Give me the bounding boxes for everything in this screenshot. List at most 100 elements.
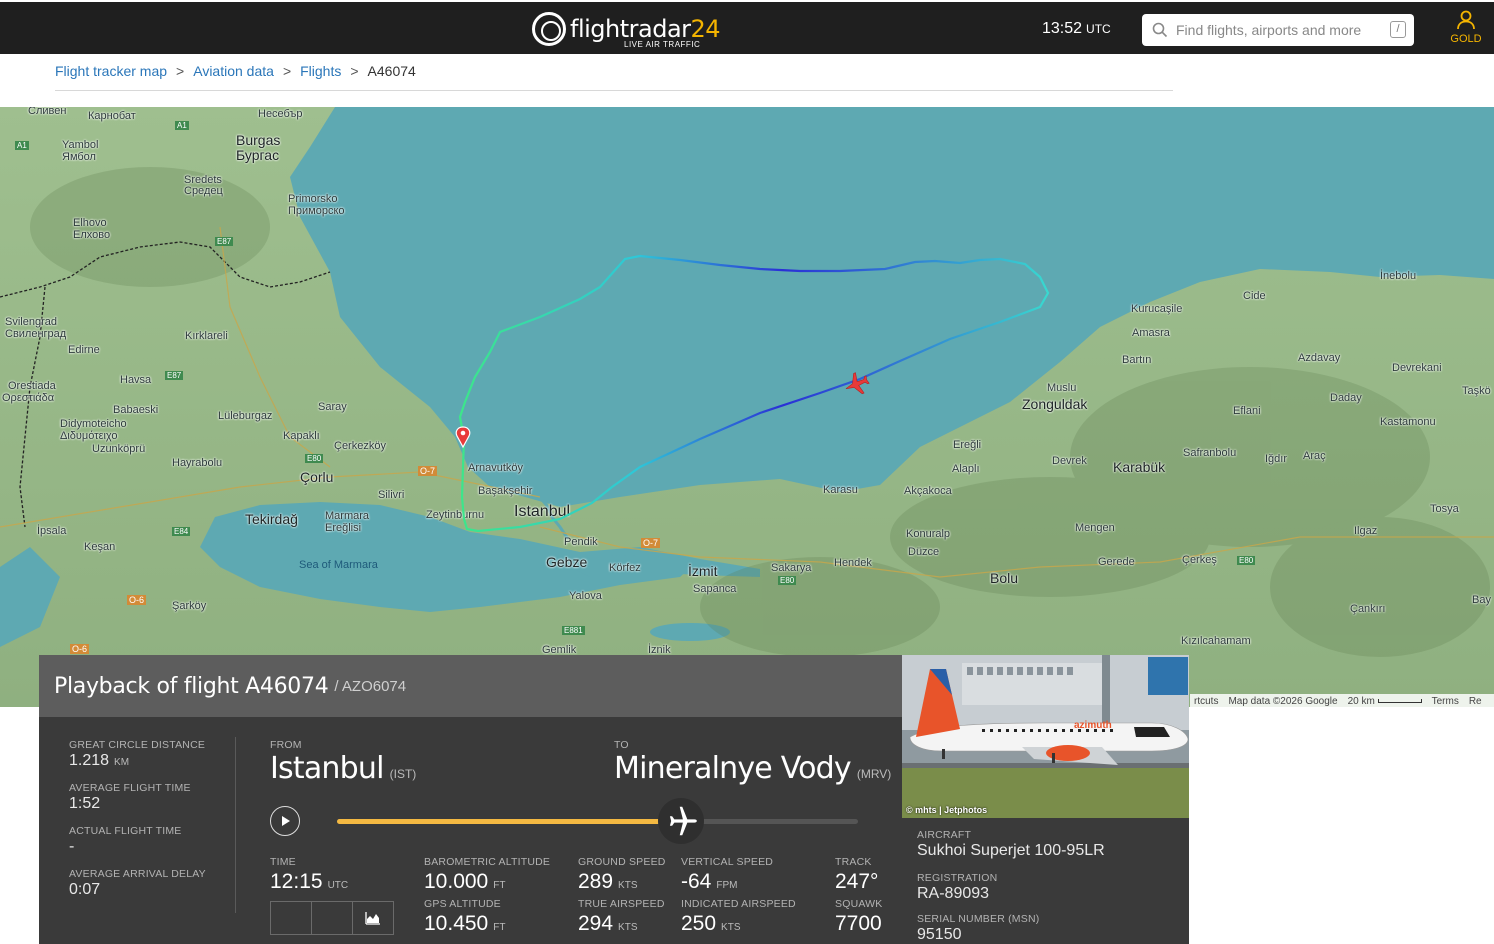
serial-number-value: 95150 — [917, 926, 962, 943]
account-button[interactable]: GOLD — [1448, 10, 1484, 45]
clock-zone: UTC — [1086, 22, 1111, 36]
true-airspeed-value: 294 KTS — [578, 912, 638, 936]
great-circle-number: 1.218 — [69, 752, 110, 769]
origin-city-name: Istanbul — [270, 751, 384, 786]
baro-altitude-label: BAROMETRIC ALTITUDE — [424, 856, 551, 868]
logo-number: 24 — [690, 15, 721, 43]
keyboard-shortcuts-link[interactable]: rtcuts — [1194, 696, 1218, 707]
search-shortcut-key: / — [1390, 21, 1406, 38]
true-airspeed-label: TRUE AIRSPEED — [578, 898, 665, 910]
aircraft-type-label: AIRCRAFT — [917, 829, 972, 841]
flightradar24-logo[interactable]: flightradar24 LIVE AIR TRAFFIC — [532, 8, 721, 50]
playback-slider-handle[interactable] — [657, 798, 704, 844]
clock-time: 13:52 — [1042, 20, 1083, 37]
play-button[interactable] — [270, 806, 300, 836]
gps-altitude-value: 10.450 FT — [424, 912, 505, 936]
squawk-label: SQUAWK — [835, 898, 883, 910]
destination-city[interactable]: Mineralnye Vody (MRV) — [614, 751, 891, 786]
avg-arrival-delay-label: AVERAGE ARRIVAL DELAY — [69, 868, 206, 880]
view-option-2-button[interactable] — [312, 902, 353, 934]
breadcrumb-flights[interactable]: Flights — [300, 63, 341, 79]
breadcrumb-separator: > — [282, 63, 292, 79]
user-icon — [1457, 10, 1475, 30]
actual-flight-time-label: ACTUAL FLIGHT TIME — [69, 825, 182, 837]
indicated-airspeed-number: 250 — [681, 912, 717, 935]
true-airspeed-unit: KTS — [618, 922, 638, 933]
origin-city[interactable]: Istanbul (IST) — [270, 751, 416, 786]
ground-speed-value: 289 KTS — [578, 870, 638, 894]
actual-flight-time-value: - — [69, 838, 75, 855]
view-toggle-group — [270, 901, 394, 935]
registration-value[interactable]: RA-89093 — [917, 885, 989, 903]
ground-speed-unit: KTS — [618, 880, 638, 891]
map-scale: 20 km — [1348, 696, 1422, 707]
from-label: FROM — [270, 739, 302, 751]
time-number: 12:15 — [270, 870, 323, 893]
search-input[interactable] — [1176, 22, 1376, 38]
avg-arrival-delay-value: 0:07 — [69, 881, 101, 898]
baro-altitude-number: 10.000 — [424, 870, 489, 893]
gps-altitude-number: 10.450 — [424, 912, 489, 935]
playback-panel: Playback of flight A46074 / AZO6074 GREA… — [39, 655, 902, 944]
gps-altitude-label: GPS ALTITUDE — [424, 898, 501, 910]
flight-track-overlay — [455, 254, 1050, 533]
playback-title: Playback of flight A46074 — [54, 673, 329, 699]
gps-altitude-unit: FT — [493, 922, 506, 933]
time-label: TIME — [270, 856, 296, 868]
logo-word: flightradar — [570, 15, 691, 43]
breadcrumb-flight-tracker-map[interactable]: Flight tracker map — [55, 63, 167, 79]
great-circle-label: GREAT CIRCLE DISTANCE — [69, 739, 206, 751]
map-scale-label: 20 km — [1347, 695, 1375, 707]
logo-subtitle: LIVE AIR TRAFFIC — [624, 40, 701, 49]
search-box[interactable]: / — [1142, 14, 1414, 46]
breadcrumb-separator: > — [350, 63, 359, 79]
report-link[interactable]: Re — [1469, 696, 1482, 707]
play-icon — [282, 816, 290, 826]
airplane-icon — [669, 806, 697, 836]
breadcrumb-aviation-data[interactable]: Aviation data — [193, 63, 274, 79]
vertical-speed-value: -64 FPM — [681, 870, 737, 894]
avg-flight-time-value: 1:52 — [69, 795, 101, 812]
great-circle-value: 1.218 KM — [69, 752, 129, 770]
time-unit: UTC — [327, 880, 349, 891]
to-label: TO — [614, 739, 629, 751]
true-airspeed-number: 294 — [578, 912, 614, 935]
breadcrumb: Flight tracker map > Aviation data > Fli… — [55, 63, 416, 79]
aircraft-photo-image: azimuth — [902, 655, 1189, 818]
playback-progress — [337, 819, 681, 824]
ground-speed-label: GROUND SPEED — [578, 856, 666, 868]
baro-altitude-value: 10.000 FT — [424, 870, 505, 894]
breadcrumb-divider — [55, 90, 1173, 91]
photo-credit[interactable]: © mhts | Jetphotos — [906, 805, 987, 815]
chart-view-button[interactable] — [353, 902, 393, 934]
destination-city-name: Mineralnye Vody — [614, 751, 852, 786]
destination-code: (MRV) — [856, 767, 892, 781]
origin-pin-icon — [455, 426, 471, 449]
aircraft-info: AIRCRAFT Sukhoi Superjet 100-95LR REGIST… — [902, 818, 1189, 944]
top-bar: flightradar24 LIVE AIR TRAFFIC 13:52 UTC … — [0, 0, 1494, 54]
track-label: TRACK — [835, 856, 872, 868]
aircraft-photo[interactable]: azimuth © mhts | Jetphotos — [902, 655, 1189, 818]
terms-link[interactable]: Terms — [1432, 696, 1459, 707]
indicated-airspeed-unit: KTS — [721, 922, 741, 933]
map-data-credit: Map data ©2026 Google — [1228, 695, 1338, 707]
account-label: GOLD — [1450, 33, 1482, 45]
time-value: 12:15 UTC — [270, 870, 348, 894]
radar-logo-icon — [532, 12, 566, 46]
panel-divider — [235, 737, 236, 913]
flight-map[interactable]: Сливен Карнобат Несебър Burgas Бургас Ya… — [0, 107, 1494, 707]
vertical-speed-number: -64 — [681, 870, 712, 893]
flight-track-path — [458, 254, 1050, 533]
scale-bar — [1377, 698, 1422, 703]
flight-callsign: / AZO6074 — [334, 677, 407, 695]
chart-icon — [365, 912, 380, 925]
squawk-value: 7700 — [835, 912, 882, 935]
playback-slider[interactable] — [337, 819, 858, 824]
view-option-1-button[interactable] — [271, 902, 312, 934]
aircraft-type-value[interactable]: Sukhoi Superjet 100-95LR — [917, 842, 1105, 860]
utc-clock: 13:52 UTC — [1042, 20, 1111, 38]
indicated-airspeed-label: INDICATED AIRSPEED — [681, 898, 796, 910]
vertical-speed-unit: FPM — [716, 880, 738, 891]
playback-header: Playback of flight A46074 / AZO6074 — [39, 655, 902, 717]
breadcrumb-separator: > — [176, 63, 185, 79]
